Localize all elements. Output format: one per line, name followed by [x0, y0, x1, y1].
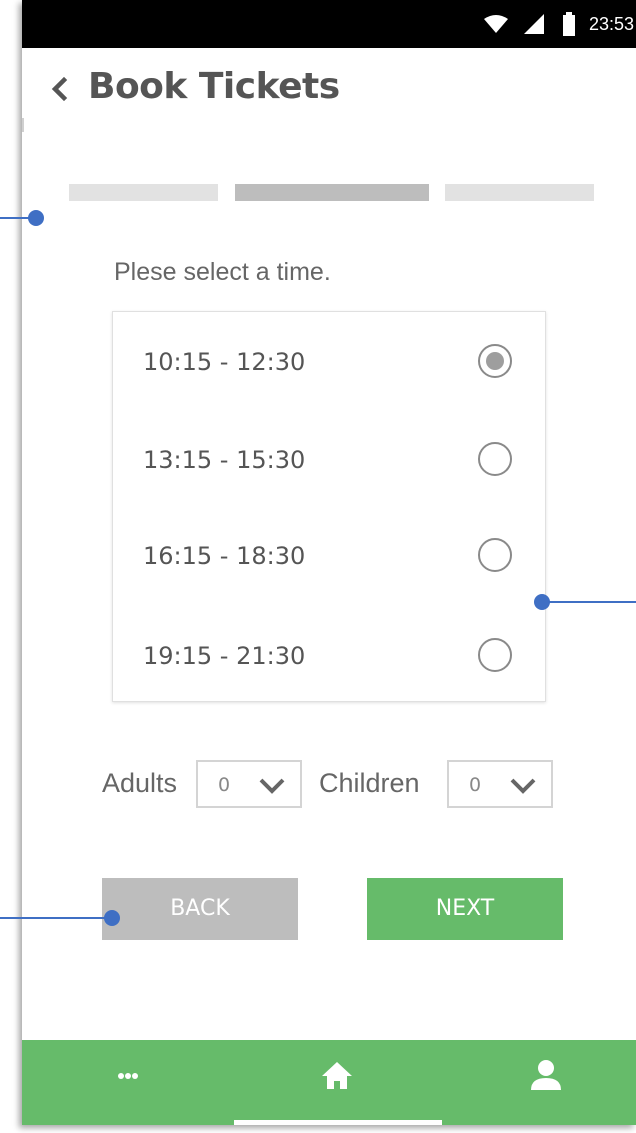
battery-icon	[562, 12, 575, 36]
time-option-label: 16:15 - 18:30	[143, 542, 306, 570]
adults-value: 0	[218, 774, 231, 796]
ticket-counts: Adults 0 Children 0	[22, 760, 636, 812]
time-option-label: 19:15 - 21:30	[143, 642, 306, 670]
children-value: 0	[469, 774, 482, 796]
children-select[interactable]: 0	[447, 760, 553, 808]
radio-button[interactable]	[478, 538, 512, 572]
home-indicator	[234, 1120, 442, 1125]
step-indicator-1	[69, 184, 218, 201]
annotation-dot	[28, 210, 44, 226]
back-chevron-icon[interactable]	[46, 74, 76, 104]
bottom-navigation	[22, 1040, 636, 1125]
next-button[interactable]: NEXT	[367, 878, 563, 940]
edge-mark	[22, 118, 24, 132]
wifi-icon	[483, 14, 509, 34]
back-button[interactable]: BACK	[102, 878, 298, 940]
time-option-label: 10:15 - 12:30	[143, 348, 306, 376]
radio-button[interactable]	[478, 638, 512, 672]
page-title: Book Tickets	[88, 66, 340, 107]
adults-select[interactable]: 0	[196, 760, 302, 808]
profile-icon[interactable]	[516, 1054, 576, 1098]
radio-dot	[486, 352, 504, 370]
step-indicator-2	[235, 184, 429, 201]
app-header: Book Tickets	[22, 60, 636, 124]
time-prompt: Plese select a time.	[114, 258, 331, 286]
chevron-down-icon	[509, 776, 537, 796]
more-icon[interactable]	[98, 1054, 158, 1098]
annotation-line	[540, 601, 636, 603]
time-option[interactable]: 10:15 - 12:30	[113, 334, 545, 394]
chevron-down-icon	[258, 776, 286, 796]
signal-icon	[523, 13, 545, 35]
time-option[interactable]: 16:15 - 18:30	[113, 528, 545, 588]
home-icon[interactable]	[307, 1054, 367, 1098]
clock: 23:53	[588, 13, 634, 34]
phone-screen: 23:53 Book Tickets Plese select a time. …	[22, 0, 636, 1125]
time-option[interactable]: 13:15 - 15:30	[113, 432, 545, 492]
annotation-dot	[534, 594, 550, 610]
time-options-card: 10:15 - 12:30 13:15 - 15:30 16:15 - 18:3…	[112, 311, 546, 702]
annotation-line	[0, 917, 112, 919]
annotation-dot	[104, 910, 120, 926]
time-option-label: 13:15 - 15:30	[143, 446, 306, 474]
status-bar: 23:53	[22, 0, 636, 48]
time-option[interactable]: 19:15 - 21:30	[113, 628, 545, 688]
step-indicator-3	[445, 184, 594, 201]
adults-label: Adults	[102, 768, 178, 798]
children-label: Children	[319, 768, 420, 798]
radio-button[interactable]	[478, 344, 512, 378]
radio-button[interactable]	[478, 442, 512, 476]
